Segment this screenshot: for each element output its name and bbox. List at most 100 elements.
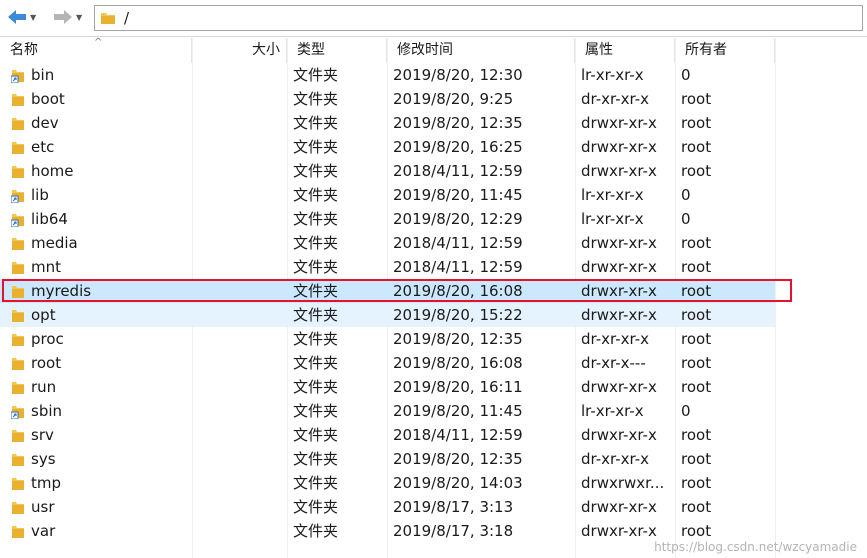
arrow-right-icon: [54, 10, 72, 24]
annotation-highlight-box: [2, 279, 792, 302]
file-permissions: drwxr-xr-x: [581, 114, 657, 132]
file-row[interactable]: usr 文件夹 2019/8/17, 3:13 drwxr-xr-x root: [0, 495, 775, 519]
header-type-label: 类型: [297, 42, 325, 58]
file-permissions: dr-xr-x---: [581, 354, 646, 372]
folder-link-icon: [11, 214, 24, 227]
file-type: 文件夹: [293, 186, 339, 204]
file-row[interactable]: media 文件夹 2018/4/11, 12:59 drwxr-xr-x root: [0, 231, 775, 255]
file-type: 文件夹: [293, 426, 339, 444]
chevron-down-icon[interactable]: ▼: [30, 13, 36, 22]
forward-button[interactable]: ▼: [52, 6, 82, 28]
file-owner: root: [681, 354, 712, 372]
address-bar[interactable]: /: [94, 5, 863, 31]
file-name: sys: [31, 450, 56, 468]
folder-icon: [12, 502, 24, 514]
file-type: 文件夹: [293, 162, 339, 180]
folder-icon: [12, 238, 24, 250]
file-modified: 2019/8/20, 9:25: [393, 90, 514, 108]
file-row[interactable]: sys 文件夹 2019/8/20, 12:35 dr-xr-xr-x root: [0, 447, 775, 471]
file-type: 文件夹: [293, 354, 339, 372]
file-row[interactable]: srv 文件夹 2018/4/11, 12:59 drwxr-xr-x root: [0, 423, 775, 447]
header-owner[interactable]: 所有者: [675, 38, 775, 63]
header-modified[interactable]: 修改时间: [387, 38, 575, 63]
file-row[interactable]: root 文件夹 2019/8/20, 16:08 dr-xr-x--- root: [0, 351, 775, 375]
file-type: 文件夹: [293, 138, 339, 156]
file-name: opt: [31, 306, 56, 324]
file-owner: root: [681, 138, 712, 156]
folder-link-icon: [11, 190, 24, 203]
folder-icon: [12, 526, 24, 538]
file-row[interactable]: etc 文件夹 2019/8/20, 16:25 drwxr-xr-x root: [0, 135, 775, 159]
file-modified: 2018/4/11, 12:59: [393, 258, 523, 276]
file-name: run: [31, 378, 57, 396]
file-modified: 2019/8/17, 3:18: [393, 522, 514, 540]
file-owner: 0: [681, 402, 691, 420]
folder-icon: [12, 310, 24, 322]
file-modified: 2019/8/20, 12:35: [393, 450, 523, 468]
file-type: 文件夹: [293, 258, 339, 276]
file-name: dev: [31, 114, 59, 132]
file-permissions: drwxrwxr...: [581, 474, 665, 492]
file-owner: root: [681, 378, 712, 396]
file-row[interactable]: bin 文件夹 2019/8/20, 12:30 lr-xr-xr-x 0: [0, 63, 775, 87]
file-owner: 0: [681, 66, 691, 84]
file-name: lib64: [31, 210, 68, 228]
file-permissions: dr-xr-xr-x: [581, 330, 650, 348]
file-row[interactable]: boot 文件夹 2019/8/20, 9:25 dr-xr-xr-x root: [0, 87, 775, 111]
header-size[interactable]: 大小: [192, 38, 287, 63]
file-permissions: drwxr-xr-x: [581, 306, 657, 324]
file-modified: 2018/4/11, 12:59: [393, 234, 523, 252]
file-type: 文件夹: [293, 498, 339, 516]
file-owner: 0: [681, 210, 691, 228]
file-row[interactable]: tmp 文件夹 2019/8/20, 14:03 drwxrwxr... root: [0, 471, 775, 495]
file-row[interactable]: run 文件夹 2019/8/20, 16:11 drwxr-xr-x root: [0, 375, 775, 399]
file-permissions: lr-xr-xr-x: [581, 186, 644, 204]
file-row[interactable]: opt 文件夹 2019/8/20, 15:22 drwxr-xr-x root: [0, 303, 775, 327]
file-owner: root: [681, 450, 712, 468]
header-modified-label: 修改时间: [397, 42, 453, 58]
file-row[interactable]: mnt 文件夹 2018/4/11, 12:59 drwxr-xr-x root: [0, 255, 775, 279]
file-name: sbin: [31, 402, 63, 420]
folder-link-icon: [11, 406, 24, 419]
file-owner: root: [681, 234, 712, 252]
folder-icon: [12, 430, 24, 442]
arrow-left-icon: [8, 10, 26, 24]
file-row[interactable]: lib64 文件夹 2019/8/20, 12:29 lr-xr-xr-x 0: [0, 207, 775, 231]
file-row[interactable]: home 文件夹 2018/4/11, 12:59 drwxr-xr-x root: [0, 159, 775, 183]
file-type: 文件夹: [293, 66, 339, 84]
chevron-down-icon[interactable]: ▼: [76, 13, 82, 22]
column-header: 名称 ^ 大小 类型 修改时间 属性 所有者: [0, 38, 867, 63]
header-owner-label: 所有者: [685, 42, 727, 58]
back-button[interactable]: ▼: [6, 6, 36, 28]
file-row[interactable]: lib 文件夹 2019/8/20, 11:45 lr-xr-xr-x 0: [0, 183, 775, 207]
file-row[interactable]: dev 文件夹 2019/8/20, 12:35 drwxr-xr-x root: [0, 111, 775, 135]
file-type: 文件夹: [293, 90, 339, 108]
file-name: var: [31, 522, 56, 540]
file-owner: root: [681, 330, 712, 348]
folder-icon: [12, 94, 24, 106]
file-type: 文件夹: [293, 474, 339, 492]
folder-icon: [12, 382, 24, 394]
file-permissions: drwxr-xr-x: [581, 378, 657, 396]
header-perm[interactable]: 属性: [575, 38, 675, 63]
file-row[interactable]: sbin 文件夹 2019/8/20, 11:45 lr-xr-xr-x 0: [0, 399, 775, 423]
file-permissions: lr-xr-xr-x: [581, 402, 644, 420]
file-row[interactable]: proc 文件夹 2019/8/20, 12:35 dr-xr-xr-x root: [0, 327, 775, 351]
file-permissions: drwxr-xr-x: [581, 234, 657, 252]
file-modified: 2019/8/20, 15:22: [393, 306, 523, 324]
folder-icon: [12, 118, 24, 130]
file-permissions: lr-xr-xr-x: [581, 66, 644, 84]
folder-icon: [12, 262, 24, 274]
file-permissions: drwxr-xr-x: [581, 138, 657, 156]
header-size-label: 大小: [252, 42, 280, 58]
file-type: 文件夹: [293, 522, 339, 540]
sort-ascending-icon: ^: [94, 37, 103, 48]
file-modified: 2019/8/20, 11:45: [393, 186, 523, 204]
file-permissions: dr-xr-xr-x: [581, 90, 650, 108]
file-permissions: dr-xr-xr-x: [581, 450, 650, 468]
header-type[interactable]: 类型: [287, 38, 387, 63]
file-owner: root: [681, 162, 712, 180]
file-type: 文件夹: [293, 330, 339, 348]
file-type: 文件夹: [293, 210, 339, 228]
file-owner: root: [681, 306, 712, 324]
